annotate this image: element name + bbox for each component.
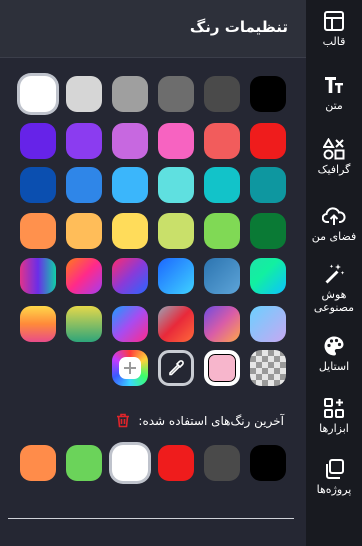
color-swatch[interactable]	[66, 258, 102, 294]
color-swatch[interactable]	[20, 306, 56, 342]
projects-icon	[326, 459, 344, 479]
recent-colors-label: آخرین رنگ‌های استفاده شده:	[138, 414, 284, 428]
color-swatch[interactable]	[158, 258, 194, 294]
color-swatch[interactable]	[250, 167, 286, 203]
color-swatch[interactable]	[158, 123, 194, 159]
color-swatch[interactable]	[20, 213, 56, 249]
color-swatch[interactable]	[204, 213, 240, 249]
sidebar-item-label: متن	[325, 99, 343, 112]
sidebar-item-label: هوش مصنوعی	[313, 288, 355, 314]
color-swatch[interactable]	[158, 213, 194, 249]
sidebar: قالب متن گرافیک فضای من هوش مصنوعی استای…	[306, 0, 362, 546]
color-swatch[interactable]	[20, 76, 56, 112]
color-swatch[interactable]	[250, 123, 286, 159]
color-swatch[interactable]	[204, 123, 240, 159]
color-swatch[interactable]	[112, 258, 148, 294]
sidebar-item-label: استایل	[318, 360, 350, 373]
add-plus-icon	[119, 357, 141, 379]
color-swatch[interactable]	[112, 213, 148, 249]
recent-color-swatch[interactable]	[158, 445, 194, 481]
color-swatch[interactable]	[20, 167, 56, 203]
color-swatch[interactable]	[112, 123, 148, 159]
magic-wand-icon	[325, 264, 345, 284]
sidebar-item-label: فضای من	[311, 230, 357, 243]
sidebar-item-style[interactable]: استایل	[306, 325, 362, 389]
color-swatch[interactable]	[250, 258, 286, 294]
template-icon	[324, 11, 344, 31]
color-swatch[interactable]	[66, 76, 102, 112]
color-swatch[interactable]	[112, 306, 148, 342]
color-swatch[interactable]	[250, 306, 286, 342]
recent-color-swatch[interactable]	[112, 445, 148, 481]
sidebar-item-projects[interactable]: پروژه‌ها	[306, 448, 362, 512]
color-swatch[interactable]	[66, 213, 102, 249]
divider	[8, 518, 294, 519]
recent-color-swatch[interactable]	[66, 445, 102, 481]
clear-recent-colors-button[interactable]	[116, 413, 130, 432]
color-swatch[interactable]	[20, 123, 56, 159]
sidebar-item-label: پروژه‌ها	[316, 483, 352, 496]
sidebar-item-graphics[interactable]: گرافیک	[306, 128, 362, 192]
recent-color-swatch[interactable]	[204, 445, 240, 481]
palette-icon	[324, 336, 344, 356]
panel-header: تنظیمات رنگ	[0, 0, 306, 58]
color-swatch[interactable]	[66, 167, 102, 203]
color-settings-panel: تنظیمات رنگ آخرین رنگ‌های استفاده شده:	[0, 0, 306, 546]
color-swatch[interactable]	[204, 306, 240, 342]
color-swatch[interactable]	[66, 123, 102, 159]
sidebar-item-label: گرافیک	[317, 163, 351, 176]
color-swatch[interactable]	[158, 167, 194, 203]
color-swatch[interactable]	[204, 76, 240, 112]
sidebar-item-label: ابزارها	[319, 422, 349, 435]
sidebar-item-template[interactable]: قالب	[306, 0, 362, 64]
color-swatch[interactable]	[112, 167, 148, 203]
sidebar-item-text[interactable]: متن	[306, 64, 362, 128]
transparent-swatch[interactable]	[250, 350, 286, 386]
text-icon	[325, 77, 343, 93]
sidebar-item-ai[interactable]: هوش مصنوعی	[306, 253, 362, 317]
sidebar-item-my-space[interactable]: فضای من	[306, 195, 362, 259]
panel-title: تنظیمات رنگ	[189, 18, 288, 36]
recent-color-swatch[interactable]	[250, 445, 286, 481]
color-swatch[interactable]	[158, 306, 194, 342]
color-swatch[interactable]	[66, 306, 102, 342]
recent-color-swatch[interactable]	[20, 445, 56, 481]
sidebar-item-tools[interactable]: ابزارها	[306, 387, 362, 451]
color-swatch[interactable]	[204, 258, 240, 294]
color-swatch[interactable]	[158, 76, 194, 112]
tools-grid-icon	[324, 398, 344, 418]
shapes-icon	[323, 138, 345, 160]
add-color-button[interactable]	[112, 350, 148, 386]
trash-icon	[117, 413, 129, 428]
color-swatch[interactable]	[250, 76, 286, 112]
eyedropper-button[interactable]	[158, 350, 194, 386]
color-swatch[interactable]	[20, 258, 56, 294]
cloud-upload-icon	[322, 207, 346, 225]
sidebar-item-label: قالب	[322, 35, 346, 48]
eyedropper-icon	[169, 360, 184, 376]
color-swatch[interactable]	[204, 167, 240, 203]
color-swatch[interactable]	[250, 213, 286, 249]
light-pink-swatch[interactable]	[204, 350, 240, 386]
color-swatch[interactable]	[112, 76, 148, 112]
